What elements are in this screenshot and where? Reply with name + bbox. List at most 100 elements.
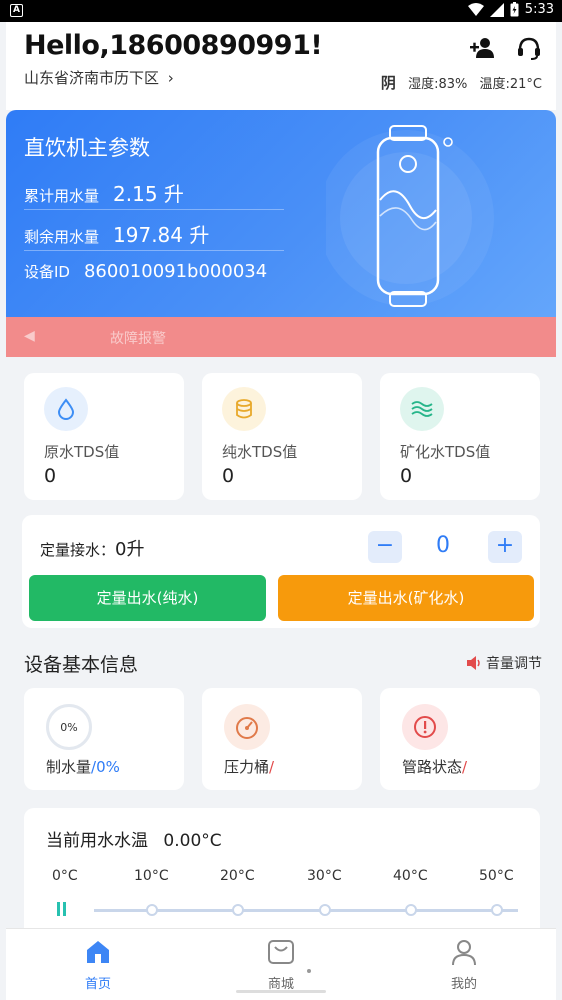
- fault-alert-bar[interactable]: ◀ 故障报警: [6, 317, 556, 357]
- tds-value: 0: [44, 465, 57, 487]
- temperature: 温度:21°C: [479, 77, 543, 92]
- temperature-marker: [491, 904, 503, 916]
- weather-condition: 阴: [380, 74, 396, 92]
- cylinder-icon: [222, 387, 266, 431]
- nav-mine[interactable]: 我的: [424, 937, 504, 992]
- status-time: 5:33: [524, 2, 554, 17]
- info-value: /: [462, 758, 468, 776]
- nav-home[interactable]: 首页: [58, 937, 138, 992]
- quantity-count: 0: [436, 533, 450, 558]
- device-id-value: 860010091b000034: [83, 261, 268, 282]
- temperature-tick: 40°C: [393, 868, 428, 884]
- notification-a-icon: A: [10, 4, 23, 17]
- mineral-water-dispense-button[interactable]: 定量出水(矿化水): [278, 575, 534, 621]
- device-card: 直饮机主参数 累计用水量 2.15 升 剩余用水量 197.84 升 设备ID …: [6, 110, 556, 320]
- badge-dot: [307, 969, 311, 973]
- wifi-icon: [467, 2, 484, 16]
- info-label: 压力桶/: [224, 756, 274, 777]
- battery-icon: [510, 2, 519, 17]
- cumulative-water-row: 累计用水量 2.15 升: [24, 178, 286, 207]
- remaining-water-row: 剩余用水量 197.84 升: [24, 219, 286, 248]
- temperature-title-text: 当前用水水温: [46, 831, 148, 851]
- nav-label: 我的: [450, 977, 477, 992]
- shop-bag-icon: [268, 940, 294, 964]
- nav-label: 首页: [84, 977, 111, 992]
- quantity-panel: 定量接水：0升 − 0 + 定量出水(纯水) 定量出水(矿化水): [22, 515, 540, 628]
- temperature-tick: 10°C: [134, 868, 169, 884]
- temperature-slider-handle[interactable]: [56, 902, 68, 918]
- info-card-pressure-tank[interactable]: 压力桶/: [202, 688, 362, 790]
- cumulative-value: 2.15 升: [113, 182, 184, 206]
- fault-alert-text: 故障报警: [110, 331, 166, 347]
- home-icon: [87, 941, 109, 963]
- progress-ring-text: 0%: [60, 720, 78, 734]
- warning-icon: [402, 704, 448, 750]
- tds-label: 矿化水TDS值: [400, 443, 491, 461]
- temperature-tick: 30°C: [307, 868, 342, 884]
- location-text: 山东省济南市历下区: [24, 69, 160, 87]
- tds-label: 纯水TDS值: [222, 443, 298, 461]
- device-id-label: 设备ID: [24, 263, 70, 281]
- user-icon: [452, 940, 476, 966]
- nav-shop[interactable]: 商城: [241, 937, 321, 992]
- device-card-title: 直饮机主参数: [24, 136, 150, 160]
- speaker-icon: ◀: [24, 328, 35, 344]
- water-drop-icon: [44, 387, 88, 431]
- quantity-label: 定量接水：0升: [40, 535, 144, 561]
- home-indicator: [236, 990, 326, 993]
- tds-value: 0: [400, 465, 413, 487]
- pure-water-dispense-button[interactable]: 定量出水(纯水): [29, 575, 266, 621]
- temperature-tick: 20°C: [220, 868, 255, 884]
- temperature-title: 当前用水水温 0.00°C: [46, 826, 222, 851]
- greeting: Hello,18600890991!: [24, 30, 323, 61]
- temperature-value: 0.00°C: [163, 831, 222, 851]
- progress-ring-icon: 0%: [46, 704, 92, 750]
- weather-info: 阴 湿度:83% 温度:21°C: [381, 72, 542, 93]
- device-id-row: 设备ID 860010091b000034: [24, 261, 286, 282]
- decrement-button[interactable]: −: [368, 531, 402, 563]
- status-bar: A 5:33: [0, 0, 562, 22]
- tds-value: 0: [222, 465, 235, 487]
- divider: [24, 209, 284, 210]
- tds-card-pure[interactable]: 纯水TDS值 0: [202, 373, 362, 500]
- temperature-panel: 当前用水水温 0.00°C 0°C 10°C 20°C 30°C 40°C 50…: [24, 808, 540, 948]
- waves-icon: [400, 387, 444, 431]
- info-value: /0%: [91, 758, 120, 776]
- basic-info-title: 设备基本信息: [24, 654, 139, 676]
- quantity-label-text: 定量接水：: [40, 541, 116, 559]
- header: Hello,18600890991! 山东省济南市历下区 › 阴 湿度:83% …: [6, 22, 556, 110]
- info-label-text: 管路状态: [402, 758, 463, 776]
- cumulative-label: 累计用水量: [24, 187, 100, 205]
- info-card-water-production[interactable]: 0% 制水量/0%: [24, 688, 184, 790]
- temperature-tick: 50°C: [479, 868, 514, 884]
- temperature-marker: [146, 904, 158, 916]
- gauge-icon: [224, 704, 270, 750]
- quantity-amount: 0升: [115, 539, 145, 560]
- chevron-right-icon: ›: [167, 69, 174, 87]
- info-label: 管路状态/: [402, 756, 467, 777]
- tds-label: 原水TDS值: [44, 443, 120, 461]
- info-value: /: [269, 758, 275, 776]
- info-card-pipeline-status[interactable]: 管路状态/: [380, 688, 540, 790]
- info-label: 制水量/0%: [46, 756, 120, 777]
- increment-button[interactable]: +: [488, 531, 522, 563]
- volume-label: 音量调节: [486, 656, 542, 672]
- temperature-tick: 0°C: [52, 868, 78, 884]
- temperature-marker: [319, 904, 331, 916]
- humidity: 湿度:83%: [408, 77, 468, 92]
- remaining-value: 197.84 升: [113, 223, 210, 247]
- info-label-text: 制水量: [46, 758, 92, 776]
- water-filter-illustration-icon: [326, 125, 494, 307]
- temperature-marker: [405, 904, 417, 916]
- add-user-icon[interactable]: [470, 36, 496, 60]
- divider: [24, 250, 284, 251]
- volume-adjust-button[interactable]: 音量调节: [466, 653, 542, 673]
- tds-card-mineral[interactable]: 矿化水TDS值 0: [380, 373, 540, 500]
- temperature-marker: [232, 904, 244, 916]
- info-label-text: 压力桶: [224, 758, 270, 776]
- tds-card-raw[interactable]: 原水TDS值 0: [24, 373, 184, 500]
- signal-icon: [489, 2, 504, 17]
- headset-icon[interactable]: [516, 36, 542, 60]
- speaker-icon: [467, 656, 480, 670]
- location-selector[interactable]: 山东省济南市历下区 ›: [24, 67, 174, 88]
